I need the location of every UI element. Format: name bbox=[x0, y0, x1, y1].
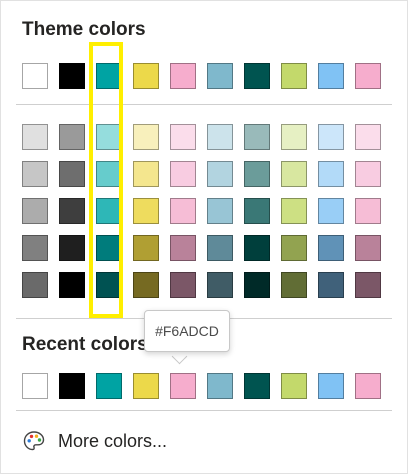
color-swatch[interactable] bbox=[318, 161, 344, 187]
color-picker-panel: Theme colors Recent colors More colors..… bbox=[0, 0, 408, 474]
color-swatch[interactable] bbox=[59, 63, 85, 89]
color-swatch[interactable] bbox=[133, 63, 159, 89]
more-colors-button[interactable]: More colors... bbox=[22, 425, 392, 457]
theme-colors-title: Theme colors bbox=[22, 19, 146, 40]
color-swatch[interactable] bbox=[281, 124, 307, 150]
swatch-row bbox=[22, 235, 381, 261]
color-swatch[interactable] bbox=[170, 272, 196, 298]
color-swatch[interactable] bbox=[207, 63, 233, 89]
color-swatch[interactable] bbox=[318, 235, 344, 261]
recent-colors-row bbox=[22, 373, 381, 399]
color-swatch[interactable] bbox=[133, 198, 159, 224]
color-swatch[interactable] bbox=[318, 272, 344, 298]
color-swatch[interactable] bbox=[207, 161, 233, 187]
color-swatch[interactable] bbox=[318, 124, 344, 150]
color-swatch[interactable] bbox=[318, 63, 344, 89]
color-swatch[interactable] bbox=[96, 198, 122, 224]
swatch-row bbox=[22, 272, 381, 298]
color-swatch[interactable] bbox=[281, 272, 307, 298]
color-swatch[interactable] bbox=[59, 235, 85, 261]
color-swatch[interactable] bbox=[318, 198, 344, 224]
color-swatch[interactable] bbox=[244, 124, 270, 150]
color-swatch[interactable] bbox=[244, 161, 270, 187]
color-swatch[interactable] bbox=[207, 124, 233, 150]
color-swatch[interactable] bbox=[355, 272, 381, 298]
color-swatch[interactable] bbox=[281, 235, 307, 261]
more-colors-label: More colors... bbox=[58, 430, 168, 451]
color-swatch[interactable] bbox=[59, 198, 85, 224]
color-swatch[interactable] bbox=[355, 124, 381, 150]
color-swatch[interactable] bbox=[170, 198, 196, 224]
swatch-row bbox=[22, 373, 381, 399]
color-swatch[interactable] bbox=[355, 198, 381, 224]
color-swatch[interactable] bbox=[96, 272, 122, 298]
swatch-row bbox=[22, 63, 381, 89]
color-swatch[interactable] bbox=[133, 272, 159, 298]
palette-icon bbox=[23, 431, 45, 451]
color-swatch[interactable] bbox=[96, 161, 122, 187]
color-swatch[interactable] bbox=[96, 235, 122, 261]
recent-color-swatch[interactable] bbox=[170, 373, 196, 399]
color-swatch[interactable] bbox=[59, 272, 85, 298]
swatch-row bbox=[22, 124, 381, 150]
recent-color-swatch[interactable] bbox=[96, 373, 122, 399]
recent-color-swatch[interactable] bbox=[59, 373, 85, 399]
color-swatch[interactable] bbox=[244, 235, 270, 261]
color-swatch[interactable] bbox=[96, 124, 122, 150]
color-swatch[interactable] bbox=[281, 63, 307, 89]
recent-color-swatch[interactable] bbox=[355, 373, 381, 399]
color-swatch[interactable] bbox=[22, 272, 48, 298]
color-swatch[interactable] bbox=[59, 124, 85, 150]
recent-color-swatch[interactable] bbox=[318, 373, 344, 399]
color-swatch[interactable] bbox=[207, 272, 233, 298]
color-swatch[interactable] bbox=[170, 161, 196, 187]
color-swatch[interactable] bbox=[22, 124, 48, 150]
color-swatch[interactable] bbox=[244, 198, 270, 224]
recent-color-swatch[interactable] bbox=[22, 373, 48, 399]
color-swatch[interactable] bbox=[355, 63, 381, 89]
recent-color-swatch[interactable] bbox=[244, 373, 270, 399]
color-swatch[interactable] bbox=[59, 161, 85, 187]
color-swatch[interactable] bbox=[22, 161, 48, 187]
color-swatch[interactable] bbox=[133, 161, 159, 187]
swatch-row bbox=[22, 198, 381, 224]
recent-color-swatch[interactable] bbox=[281, 373, 307, 399]
color-swatch[interactable] bbox=[244, 63, 270, 89]
color-swatch[interactable] bbox=[22, 235, 48, 261]
theme-shade-grid bbox=[22, 124, 381, 309]
recent-color-swatch[interactable] bbox=[133, 373, 159, 399]
swatch-row bbox=[22, 161, 381, 187]
color-swatch[interactable] bbox=[170, 235, 196, 261]
color-swatch[interactable] bbox=[133, 124, 159, 150]
theme-base-row bbox=[22, 63, 381, 89]
color-swatch[interactable] bbox=[355, 161, 381, 187]
divider bbox=[16, 104, 392, 105]
color-swatch[interactable] bbox=[22, 198, 48, 224]
color-swatch[interactable] bbox=[170, 63, 196, 89]
recent-colors-title: Recent colors bbox=[22, 334, 148, 355]
color-swatch[interactable] bbox=[244, 272, 270, 298]
color-swatch[interactable] bbox=[170, 124, 196, 150]
color-swatch[interactable] bbox=[281, 198, 307, 224]
color-tooltip: #F6ADCD bbox=[144, 310, 230, 352]
color-swatch[interactable] bbox=[133, 235, 159, 261]
recent-color-swatch[interactable] bbox=[207, 373, 233, 399]
color-swatch[interactable] bbox=[355, 235, 381, 261]
color-swatch[interactable] bbox=[96, 63, 122, 89]
divider bbox=[16, 410, 392, 411]
color-swatch[interactable] bbox=[22, 63, 48, 89]
color-swatch[interactable] bbox=[207, 198, 233, 224]
color-swatch[interactable] bbox=[281, 161, 307, 187]
color-swatch[interactable] bbox=[207, 235, 233, 261]
